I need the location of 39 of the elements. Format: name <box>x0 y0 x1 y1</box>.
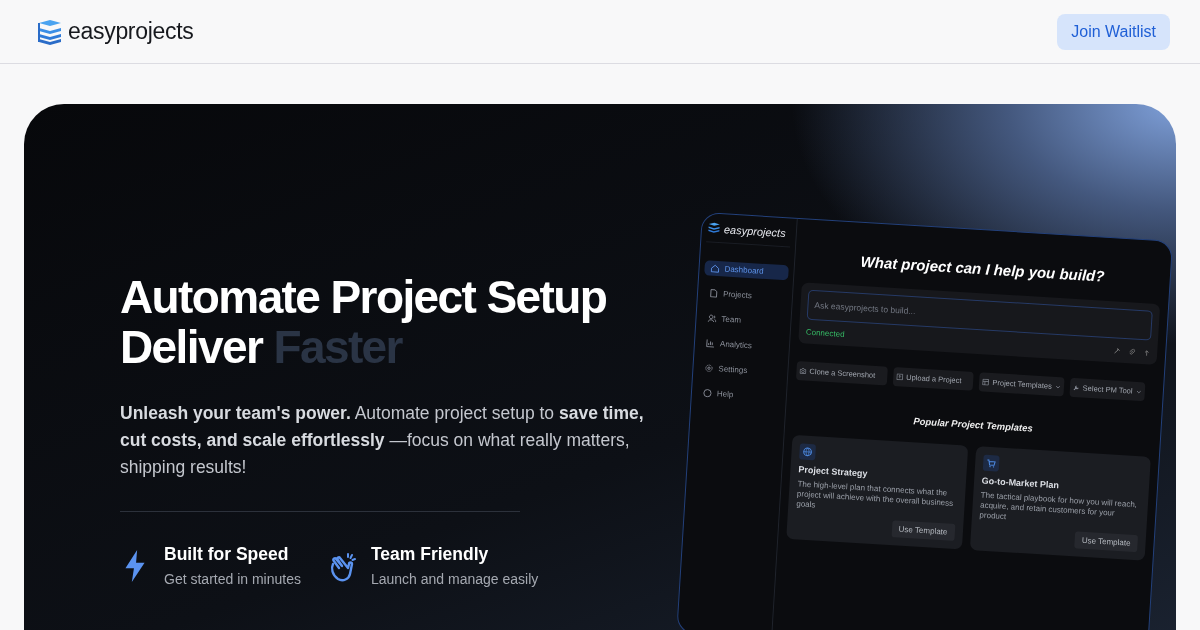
logo-icon <box>36 17 64 46</box>
templates-title: Popular Project Templates <box>913 415 1033 434</box>
wrench-icon <box>1072 383 1080 392</box>
sidebar-item[interactable]: Settings <box>698 360 783 381</box>
template-title: Go-to-Market Plan <box>981 475 1061 492</box>
feature-title: Built for Speed <box>164 544 290 565</box>
feature-subtitle: Launch and manage easily <box>370 571 539 587</box>
sidebar-item[interactable]: Team <box>701 310 786 331</box>
app-heading: What project can I help you build? <box>859 251 1106 287</box>
template-description: The high-level plan that connects what the project will achieve with the overall business goals <box>796 479 955 512</box>
sidebar-item[interactable]: Analytics <box>699 335 785 356</box>
chevron-down-icon[interactable] <box>1135 388 1142 395</box>
sidebar-item[interactable]: Dashboard <box>704 260 789 281</box>
template-title: Project Strategy <box>798 464 869 480</box>
upload-icon <box>895 373 904 381</box>
use-template-button[interactable]: Use Template <box>891 520 955 541</box>
settings-icon <box>704 363 714 373</box>
feature-title: Team Friendly <box>370 544 490 565</box>
help-icon <box>702 388 713 398</box>
sidebar-item[interactable]: Projects <box>702 285 788 306</box>
brand-name: easyprojects <box>723 223 786 240</box>
home-icon <box>710 263 720 274</box>
chevron-down-icon[interactable] <box>1054 383 1061 390</box>
template-icon <box>982 378 990 386</box>
people-icon <box>707 313 717 324</box>
globe-icon <box>799 443 817 461</box>
connection-status: Connected <box>805 327 845 339</box>
document-icon <box>708 288 719 299</box>
join-waitlist-button[interactable]: Join Waitlist <box>1057 13 1170 50</box>
use-template-button[interactable]: Use Template <box>1074 531 1139 553</box>
chart-icon <box>705 338 716 349</box>
sidebar-item[interactable]: Help <box>696 385 782 406</box>
brand-name: easyprojects <box>68 18 194 45</box>
feature-subtitle: Get started in minutes <box>164 571 301 587</box>
template-description: The tactical playbook for how you will reach, acquire, and retain customers for your product <box>979 490 1139 524</box>
cart-icon <box>982 454 1000 472</box>
hero-description: Unleash your team's power. Automate project setup to save time, cut costs, and scale effortlessly —focus on what really matters, shipping results! <box>120 402 645 479</box>
send-icon[interactable] <box>1143 349 1151 357</box>
paperclip-icon[interactable] <box>1128 348 1136 356</box>
